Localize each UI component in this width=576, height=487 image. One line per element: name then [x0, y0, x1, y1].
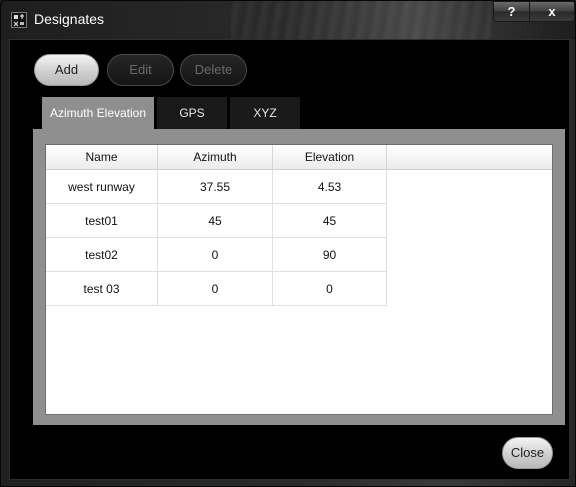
window-title: Designates: [34, 11, 105, 27]
cell-elevation[interactable]: 90: [273, 238, 387, 272]
help-button[interactable]: ?: [493, 1, 530, 22]
close-button[interactable]: Close: [502, 437, 553, 469]
cell-azimuth[interactable]: 0: [158, 272, 273, 306]
cell-azimuth[interactable]: 45: [158, 204, 273, 238]
column-header-name[interactable]: Name: [46, 145, 158, 169]
tab-gps[interactable]: GPS: [157, 97, 227, 129]
column-header-azimuth[interactable]: Azimuth: [158, 145, 273, 169]
title-bar[interactable]: Designates ? x: [1, 1, 575, 39]
tab-azimuth-elevation[interactable]: Azimuth Elevation: [42, 97, 154, 129]
table-header: Name Azimuth Elevation: [46, 145, 552, 170]
app-icon: [11, 12, 27, 28]
tab-xyz[interactable]: XYZ: [230, 97, 300, 129]
designates-window: Designates ? x Add Edit Delete Azimuth E…: [0, 0, 576, 487]
column-header-filler: [387, 145, 552, 169]
tab-panel: Name Azimuth Elevation west runway 37.55…: [33, 129, 565, 425]
edit-button[interactable]: Edit: [107, 54, 174, 86]
cell-elevation[interactable]: 4.53: [273, 170, 387, 204]
cell-azimuth[interactable]: 37.55: [158, 170, 273, 204]
cell-name[interactable]: test 03: [46, 272, 158, 306]
cell-elevation[interactable]: 0: [273, 272, 387, 306]
column-header-elevation[interactable]: Elevation: [273, 145, 387, 169]
window-close-button[interactable]: x: [529, 1, 575, 22]
delete-button[interactable]: Delete: [180, 54, 247, 86]
dialog-content: Add Edit Delete Azimuth Elevation GPS XY…: [9, 39, 570, 480]
designates-table[interactable]: Name Azimuth Elevation west runway 37.55…: [45, 144, 553, 415]
cell-elevation[interactable]: 45: [273, 204, 387, 238]
table-row[interactable]: west runway 37.55 4.53: [46, 170, 387, 204]
add-button[interactable]: Add: [34, 54, 99, 86]
cell-name[interactable]: test02: [46, 238, 158, 272]
table-row[interactable]: test02 0 90: [46, 238, 387, 272]
cell-name[interactable]: west runway: [46, 170, 158, 204]
cell-azimuth[interactable]: 0: [158, 238, 273, 272]
table-row[interactable]: test 03 0 0: [46, 272, 387, 306]
table-row[interactable]: test01 45 45: [46, 204, 387, 238]
cell-name[interactable]: test01: [46, 204, 158, 238]
